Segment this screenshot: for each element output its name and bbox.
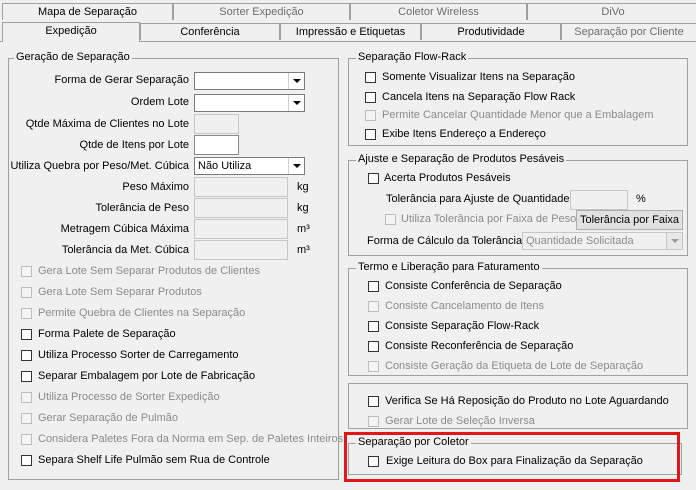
shelf-life-pulmao-label: Separa Shelf Life Pulmão sem Rua de Cont… — [38, 454, 270, 466]
checkbox-cancela-itens-flowrack[interactable] — [365, 92, 376, 103]
tolerancia-met-field[interactable] — [194, 240, 288, 260]
checkbox-consiste-flowrack[interactable] — [368, 321, 379, 332]
forma-calculo-value: Quantidade Solicitada — [526, 235, 634, 247]
percent-unit: % — [636, 193, 646, 205]
tab-impressao-etiquetas[interactable]: Impressão e Etiquetas — [280, 23, 421, 40]
somente-visualizar-label: Somente Visualizar Itens na Separação — [382, 71, 576, 83]
checkbox-separar-embalagem-lote[interactable] — [21, 371, 32, 382]
sorter-carregamento-label: Utiliza Processo Sorter de Carregamento — [38, 349, 239, 361]
sorter-expedicao-label: Utiliza Processo de Sorter Expedição — [38, 391, 220, 403]
forma-gerar-label: Forma de Gerar Separação — [54, 74, 189, 86]
chevron-down-icon — [666, 233, 682, 249]
checkbox-exibe-itens-endereco[interactable] — [365, 129, 376, 140]
permite-cancelar-menor-label: Permite Cancelar Quantidade Menor que a … — [382, 109, 654, 121]
cancela-itens-flowrack-label: Cancela Itens na Separação Flow Rack — [382, 91, 576, 103]
tolerancia-peso-field[interactable] — [194, 198, 288, 218]
checkbox-permite-quebra-clientes[interactable] — [21, 308, 32, 319]
peso-maximo-field[interactable] — [194, 177, 288, 197]
checkbox-consiste-conferencia[interactable] — [368, 281, 379, 292]
permite-quebra-clientes-label: Permite Quebra de Clientes na Separação — [38, 307, 246, 319]
metragem-cubica-label: Metragem Cúbica Máxima — [60, 223, 189, 235]
peso-maximo-unit: kg — [297, 181, 309, 193]
consiste-cancelamento-label: Consiste Cancelamento de Itens — [385, 300, 544, 312]
consiste-geracao-etiqueta-label: Consiste Geração da Etiqueta de Lote de … — [385, 360, 644, 372]
ordem-lote-select[interactable] — [194, 94, 305, 112]
checkbox-paletes-fora-norma[interactable] — [21, 434, 32, 445]
tab-divo[interactable]: DiVo — [527, 3, 696, 20]
checkbox-gera-lote-sem-separar-clientes[interactable] — [21, 266, 32, 277]
checkbox-forma-palete[interactable] — [21, 329, 32, 340]
selecao-inversa-label: Gerar Lote de Seleção Inversa — [385, 415, 535, 427]
tolerancia-faixa-label: Utiliza Tolerância por Faixa de Peso — [401, 213, 577, 225]
pesaveis-title: Ajuste e Separação de Produtos Pesáveis — [356, 153, 567, 165]
tab-coletor-wireless[interactable]: Coletor Wireless — [350, 3, 527, 20]
checkbox-consiste-reconferencia[interactable] — [368, 341, 379, 352]
tab-expedicao[interactable]: Expedição — [2, 22, 140, 42]
tolerancia-ajuste-field[interactable] — [570, 190, 628, 210]
tab-conferencia[interactable]: Conferência — [140, 23, 280, 40]
geracao-separacao-title: Geração de Separação — [14, 51, 132, 63]
forma-palete-label: Forma Palete de Separação — [38, 328, 176, 340]
chevron-down-icon — [288, 158, 304, 174]
checkbox-consiste-geracao-etiqueta[interactable] — [368, 361, 379, 372]
tab-produtividade[interactable]: Produtividade — [421, 23, 561, 40]
checkbox-verifica-reposicao[interactable] — [368, 396, 379, 407]
termo-title: Termo e Liberação para Faturamento — [356, 261, 542, 273]
exibe-itens-endereco-label: Exibe Itens Endereço a Endereço — [382, 128, 546, 140]
quebra-peso-select[interactable]: Não Utiliza — [194, 157, 305, 175]
qtde-itens-field[interactable] — [194, 135, 239, 155]
metragem-cubica-unit: m³ — [297, 223, 310, 235]
qtde-max-clientes-field[interactable] — [194, 114, 239, 134]
checkbox-somente-visualizar[interactable] — [365, 72, 376, 83]
chevron-down-icon — [288, 73, 304, 89]
paletes-fora-norma-label: Considera Paletes Fora da Norma em Sep. … — [38, 433, 344, 445]
tab-mapa-separacao[interactable]: Mapa de Separação — [2, 3, 173, 20]
separar-embalagem-lote-label: Separar Embalagem por Lote de Fabricação — [38, 370, 256, 382]
forma-gerar-select[interactable] — [194, 72, 305, 90]
quebra-peso-value: Não Utiliza — [198, 160, 252, 172]
tolerancia-met-unit: m³ — [297, 244, 310, 256]
checkbox-sorter-carregamento[interactable] — [21, 350, 32, 361]
tolerancia-peso-unit: kg — [297, 202, 309, 214]
consiste-conferencia-label: Consiste Conferência de Separação — [385, 280, 562, 292]
chevron-down-icon — [288, 95, 304, 111]
checkbox-gerar-separacao-pulmao[interactable] — [21, 413, 32, 424]
gera-lote-sem-separar-clientes-label: Gera Lote Sem Separar Produtos de Client… — [38, 265, 260, 277]
forma-calculo-select[interactable]: Quantidade Solicitada — [522, 232, 683, 250]
tolerancia-met-label: Tolerância da Met. Cúbica — [61, 244, 189, 256]
qtde-itens-label: Qtde de Itens por Lote — [79, 139, 189, 151]
flowrack-title: Separação Flow-Rack — [356, 51, 469, 63]
checkbox-tolerancia-faixa[interactable] — [385, 214, 396, 225]
checkbox-permite-cancelar-menor[interactable] — [365, 110, 376, 121]
peso-maximo-label: Peso Máximo — [122, 181, 189, 193]
tolerancia-faixa-button[interactable]: Tolerância por Faixa — [576, 210, 683, 230]
gera-lote-sem-separar-label: Gera Lote Sem Separar Produtos — [38, 286, 202, 298]
highlight-box — [344, 432, 680, 482]
checkbox-sorter-expedicao[interactable] — [21, 392, 32, 403]
consiste-flowrack-label: Consiste Separação Flow-Rack — [385, 320, 540, 332]
checkbox-consiste-cancelamento[interactable] — [368, 301, 379, 312]
verifica-reposicao-label: Verifica Se Há Reposição do Produto no L… — [385, 395, 669, 407]
tab-sorter-expedicao[interactable]: Sorter Expedição — [173, 3, 350, 20]
checkbox-shelf-life-pulmao[interactable] — [21, 455, 32, 466]
acerta-pesaveis-label: Acerta Produtos Pesáveis — [384, 172, 511, 184]
tab-separacao-cliente[interactable]: Separação por Cliente — [561, 23, 696, 40]
tolerancia-peso-label: Tolerância de Peso — [95, 202, 189, 214]
tolerancia-ajuste-label: Tolerância para Ajuste de Quantidade — [386, 193, 570, 205]
metragem-cubica-field[interactable] — [194, 219, 288, 239]
quebra-peso-label: Utiliza Quebra por Peso/Met. Cúbica — [10, 160, 189, 172]
forma-calculo-label: Forma de Cálculo da Tolerância — [367, 235, 523, 247]
gerar-separacao-pulmao-label: Gerar Separação de Pulmão — [38, 412, 179, 424]
ordem-lote-label: Ordem Lote — [130, 96, 189, 108]
checkbox-acerta-pesaveis[interactable] — [368, 173, 379, 184]
checkbox-selecao-inversa[interactable] — [368, 416, 379, 427]
qtde-max-clientes-label: Qtde Máxima de Clientes no Lote — [25, 118, 189, 130]
checkbox-gera-lote-sem-separar[interactable] — [21, 287, 32, 298]
consiste-reconferencia-label: Consiste Reconferência de Separação — [385, 340, 574, 352]
